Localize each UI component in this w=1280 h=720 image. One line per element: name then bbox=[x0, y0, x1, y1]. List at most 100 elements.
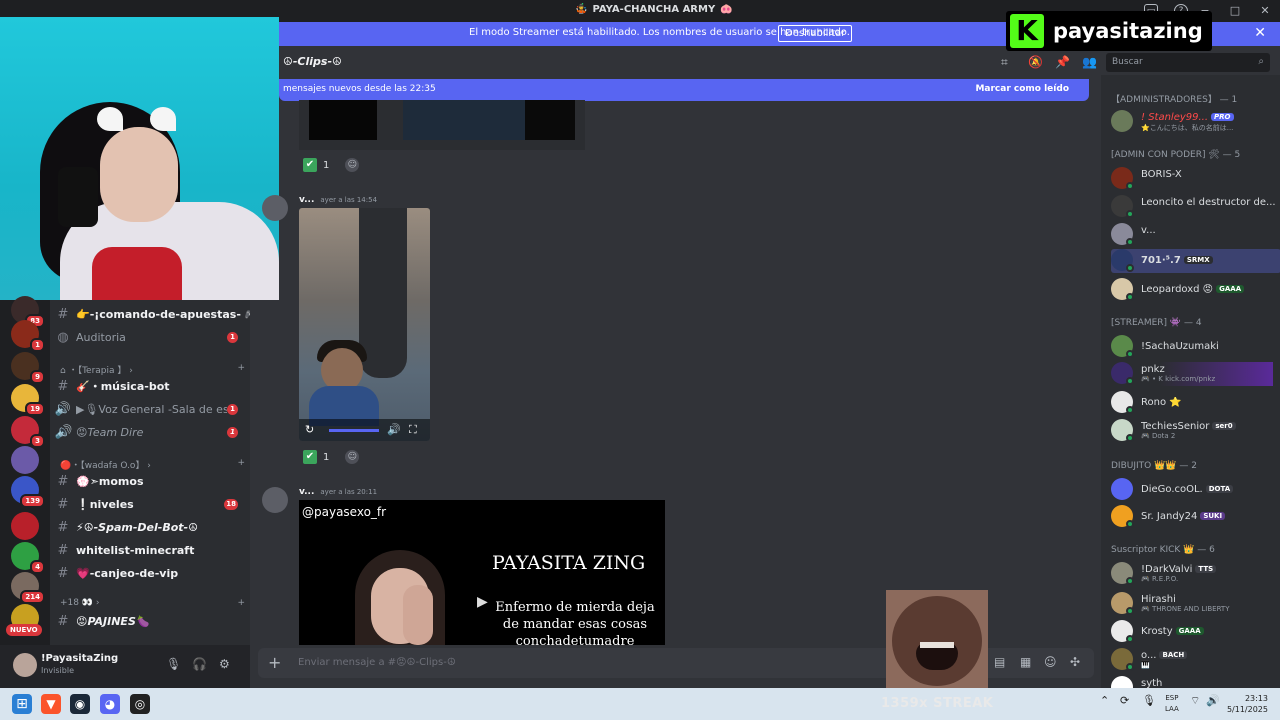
channel-auditoria[interactable]: ◍ Auditoria 1 bbox=[50, 326, 250, 348]
disable-streamer-button[interactable]: Deshabilitar bbox=[778, 25, 853, 42]
search-input[interactable]: Buscar ⌕ bbox=[1106, 53, 1270, 72]
member-item[interactable]: TechiesSenior ser0 🎮 Dota 2 bbox=[1111, 419, 1273, 443]
taskbar-clock[interactable]: 23:13 5/11/2025 bbox=[1224, 693, 1268, 715]
channel-momos[interactable]: # 💮➣momos bbox=[50, 470, 250, 492]
gif-icon[interactable]: ▤ bbox=[994, 655, 1005, 669]
channel-musica-bot[interactable]: # 🎸・música-bot bbox=[50, 375, 250, 397]
emoji-icon[interactable]: ☺ bbox=[1044, 655, 1057, 669]
check-reaction-icon[interactable]: ✔ bbox=[303, 450, 317, 464]
server-icon-10[interactable]: 214 bbox=[11, 572, 45, 604]
video-player[interactable]: ↻ 🔊 ⛶ bbox=[299, 208, 430, 441]
member-item[interactable]: Leoncito el destructor de... bbox=[1111, 195, 1276, 219]
member-item[interactable]: Sr. Jandy24 SUKI bbox=[1111, 505, 1273, 529]
channel-pajines[interactable]: # 😡PAJINES🍆 bbox=[50, 610, 250, 632]
close-window-button[interactable]: ✕ bbox=[1250, 0, 1280, 22]
member-item[interactable]: syth bbox=[1111, 676, 1273, 688]
obs-icon[interactable]: ◎ bbox=[130, 694, 150, 714]
member-item[interactable]: Rono ⭐ bbox=[1111, 391, 1273, 415]
steam-icon[interactable]: ◉ bbox=[70, 694, 90, 714]
member-item[interactable]: !DarkValvi TTS 🎮 R.E.P.O. bbox=[1111, 562, 1273, 586]
server-icon-3[interactable]: 9 bbox=[11, 352, 45, 384]
media-embed[interactable] bbox=[299, 100, 585, 150]
fullscreen-icon[interactable]: ⛶ bbox=[409, 423, 417, 437]
new-messages-bar[interactable]: mensajes nuevos desde las 22:35 Marcar c… bbox=[279, 79, 1089, 101]
member-item[interactable]: Krosty GAAA bbox=[1111, 620, 1273, 644]
webcam-top bbox=[92, 247, 182, 300]
hash-icon: # bbox=[57, 565, 69, 581]
video-progress[interactable] bbox=[329, 429, 379, 432]
server-icon-4[interactable]: 19 bbox=[11, 384, 45, 416]
status-dot bbox=[1126, 182, 1134, 190]
avatar bbox=[1111, 676, 1133, 688]
pin-icon[interactable]: 📌 bbox=[1055, 55, 1070, 69]
members-icon[interactable]: 👥 bbox=[1082, 55, 1097, 69]
maximize-button[interactable]: □ bbox=[1220, 0, 1250, 22]
play-icon[interactable]: ▶ bbox=[477, 594, 488, 610]
member-item[interactable]: DieGo.coOL. DOTA bbox=[1111, 478, 1273, 502]
apps-icon[interactable]: ✣ bbox=[1070, 655, 1080, 669]
server-icon-9[interactable]: 4 bbox=[11, 542, 45, 574]
hash-icon: # bbox=[57, 496, 69, 512]
member-item[interactable]: !SachaUzumaki bbox=[1111, 335, 1273, 359]
add-channel-icon[interactable]: + bbox=[237, 598, 245, 608]
replay-icon[interactable]: ↻ bbox=[305, 423, 314, 436]
member-item[interactable]: ! Stanley99... PRO ⭐こんにちは、私の名前は... bbox=[1111, 110, 1273, 134]
video-embed[interactable]: @payasexo_fr ▶ PAYASITA ZING Enfermo de … bbox=[299, 500, 665, 645]
member-item[interactable]: Leopardoxd 😡 GAAA bbox=[1111, 278, 1273, 302]
hash-icon: # bbox=[57, 378, 69, 394]
channel-apuestas[interactable]: #👉-¡comando-de-apuestas- 🎮 ... bbox=[50, 303, 250, 325]
mark-read-button[interactable]: Marcar como leído bbox=[975, 84, 1069, 94]
avatar[interactable] bbox=[13, 653, 37, 677]
discord-icon[interactable]: ◕ bbox=[100, 694, 120, 714]
wifi-icon[interactable]: ⌔ bbox=[1190, 694, 1200, 708]
channel-voz-general[interactable]: 🔊 ▶🎙Voz General -Sala de es... 1 bbox=[50, 398, 250, 420]
volume-tray-icon[interactable]: 🔊 bbox=[1206, 694, 1220, 707]
brave-browser-icon[interactable]: ▼ bbox=[41, 694, 61, 714]
member-item[interactable]: 701·⁵.7 SRMX bbox=[1111, 249, 1280, 273]
attach-icon[interactable]: + bbox=[268, 653, 281, 672]
channel-whitelist-minecraft[interactable]: # whitelist-minecraft bbox=[50, 539, 250, 561]
streak-counter: 1359x STREAK bbox=[881, 696, 994, 711]
avatar bbox=[1111, 478, 1133, 500]
server-icon-7[interactable]: 139 bbox=[11, 476, 45, 508]
channel-canjeo-de-vip[interactable]: # 💗-canjeo-de-vip bbox=[50, 562, 250, 584]
server-icon-5[interactable]: 3 bbox=[11, 416, 45, 448]
member-item[interactable]: pnkz 🎮 • K kick.com/pnkz bbox=[1111, 362, 1273, 386]
close-banner-icon[interactable]: ✕ bbox=[1254, 25, 1266, 41]
add-reaction-icon[interactable]: ☺ bbox=[345, 450, 360, 464]
server-icon-6[interactable] bbox=[11, 446, 39, 474]
avatar[interactable] bbox=[262, 487, 288, 513]
headphones-icon[interactable]: 🎧 bbox=[192, 657, 207, 671]
message-author[interactable]: v... bbox=[299, 487, 314, 497]
check-reaction-icon[interactable]: ✔ bbox=[303, 158, 317, 172]
volume-icon[interactable]: 🔊 bbox=[387, 423, 401, 436]
member-item[interactable]: Hirashi 🎮 THRONE AND LIBERTY bbox=[1111, 592, 1273, 616]
chevron-up-icon[interactable]: ⌃ bbox=[1100, 694, 1109, 707]
gamepad-icon: ◍ bbox=[57, 329, 69, 345]
microphone-icon[interactable]: 🎙 bbox=[166, 657, 181, 671]
sticker-icon[interactable]: ▦ bbox=[1020, 655, 1031, 669]
message-author[interactable]: v... bbox=[299, 195, 314, 205]
windows-start-icon[interactable]: ⊞ bbox=[12, 694, 32, 714]
notifications-icon[interactable]: 🔕 bbox=[1028, 55, 1043, 69]
add-reaction-icon[interactable]: ☺ bbox=[345, 158, 360, 172]
member-item[interactable]: v... bbox=[1111, 223, 1273, 247]
gear-icon[interactable]: ⚙ bbox=[219, 657, 230, 671]
channel-team-dire[interactable]: 🔊 😡Team Dire 1 bbox=[50, 421, 250, 443]
microphone-tray-icon[interactable]: 🎙 bbox=[1142, 694, 1156, 707]
chat-header: ☮-Clips-☮ ⌗ 🔕 📌 👥 bbox=[279, 50, 1101, 75]
reaction-count: 1 bbox=[323, 159, 330, 171]
language-indicator[interactable]: ESP LAA bbox=[1165, 693, 1179, 715]
category-plus18[interactable]: +18 👀 › + bbox=[60, 598, 245, 608]
channel-title: ☮-Clips-☮ bbox=[283, 55, 342, 68]
server-icon-2[interactable]: 1 bbox=[11, 320, 45, 352]
update-icon[interactable]: ⟳ bbox=[1120, 694, 1129, 707]
channel-niveles[interactable]: # ❕niveles 18 bbox=[50, 493, 250, 515]
server-icon-8[interactable] bbox=[11, 512, 39, 540]
member-item[interactable]: o... BACH 🎹 bbox=[1111, 648, 1273, 672]
member-item[interactable]: BORIS-X bbox=[1111, 167, 1273, 191]
avatar[interactable] bbox=[262, 195, 288, 221]
status-dot bbox=[1126, 607, 1134, 615]
threads-icon[interactable]: ⌗ bbox=[1001, 55, 1008, 70]
channel-spam-del-bot[interactable]: # ⚡☮-Spam-Del-Bot-☮ bbox=[50, 516, 250, 538]
